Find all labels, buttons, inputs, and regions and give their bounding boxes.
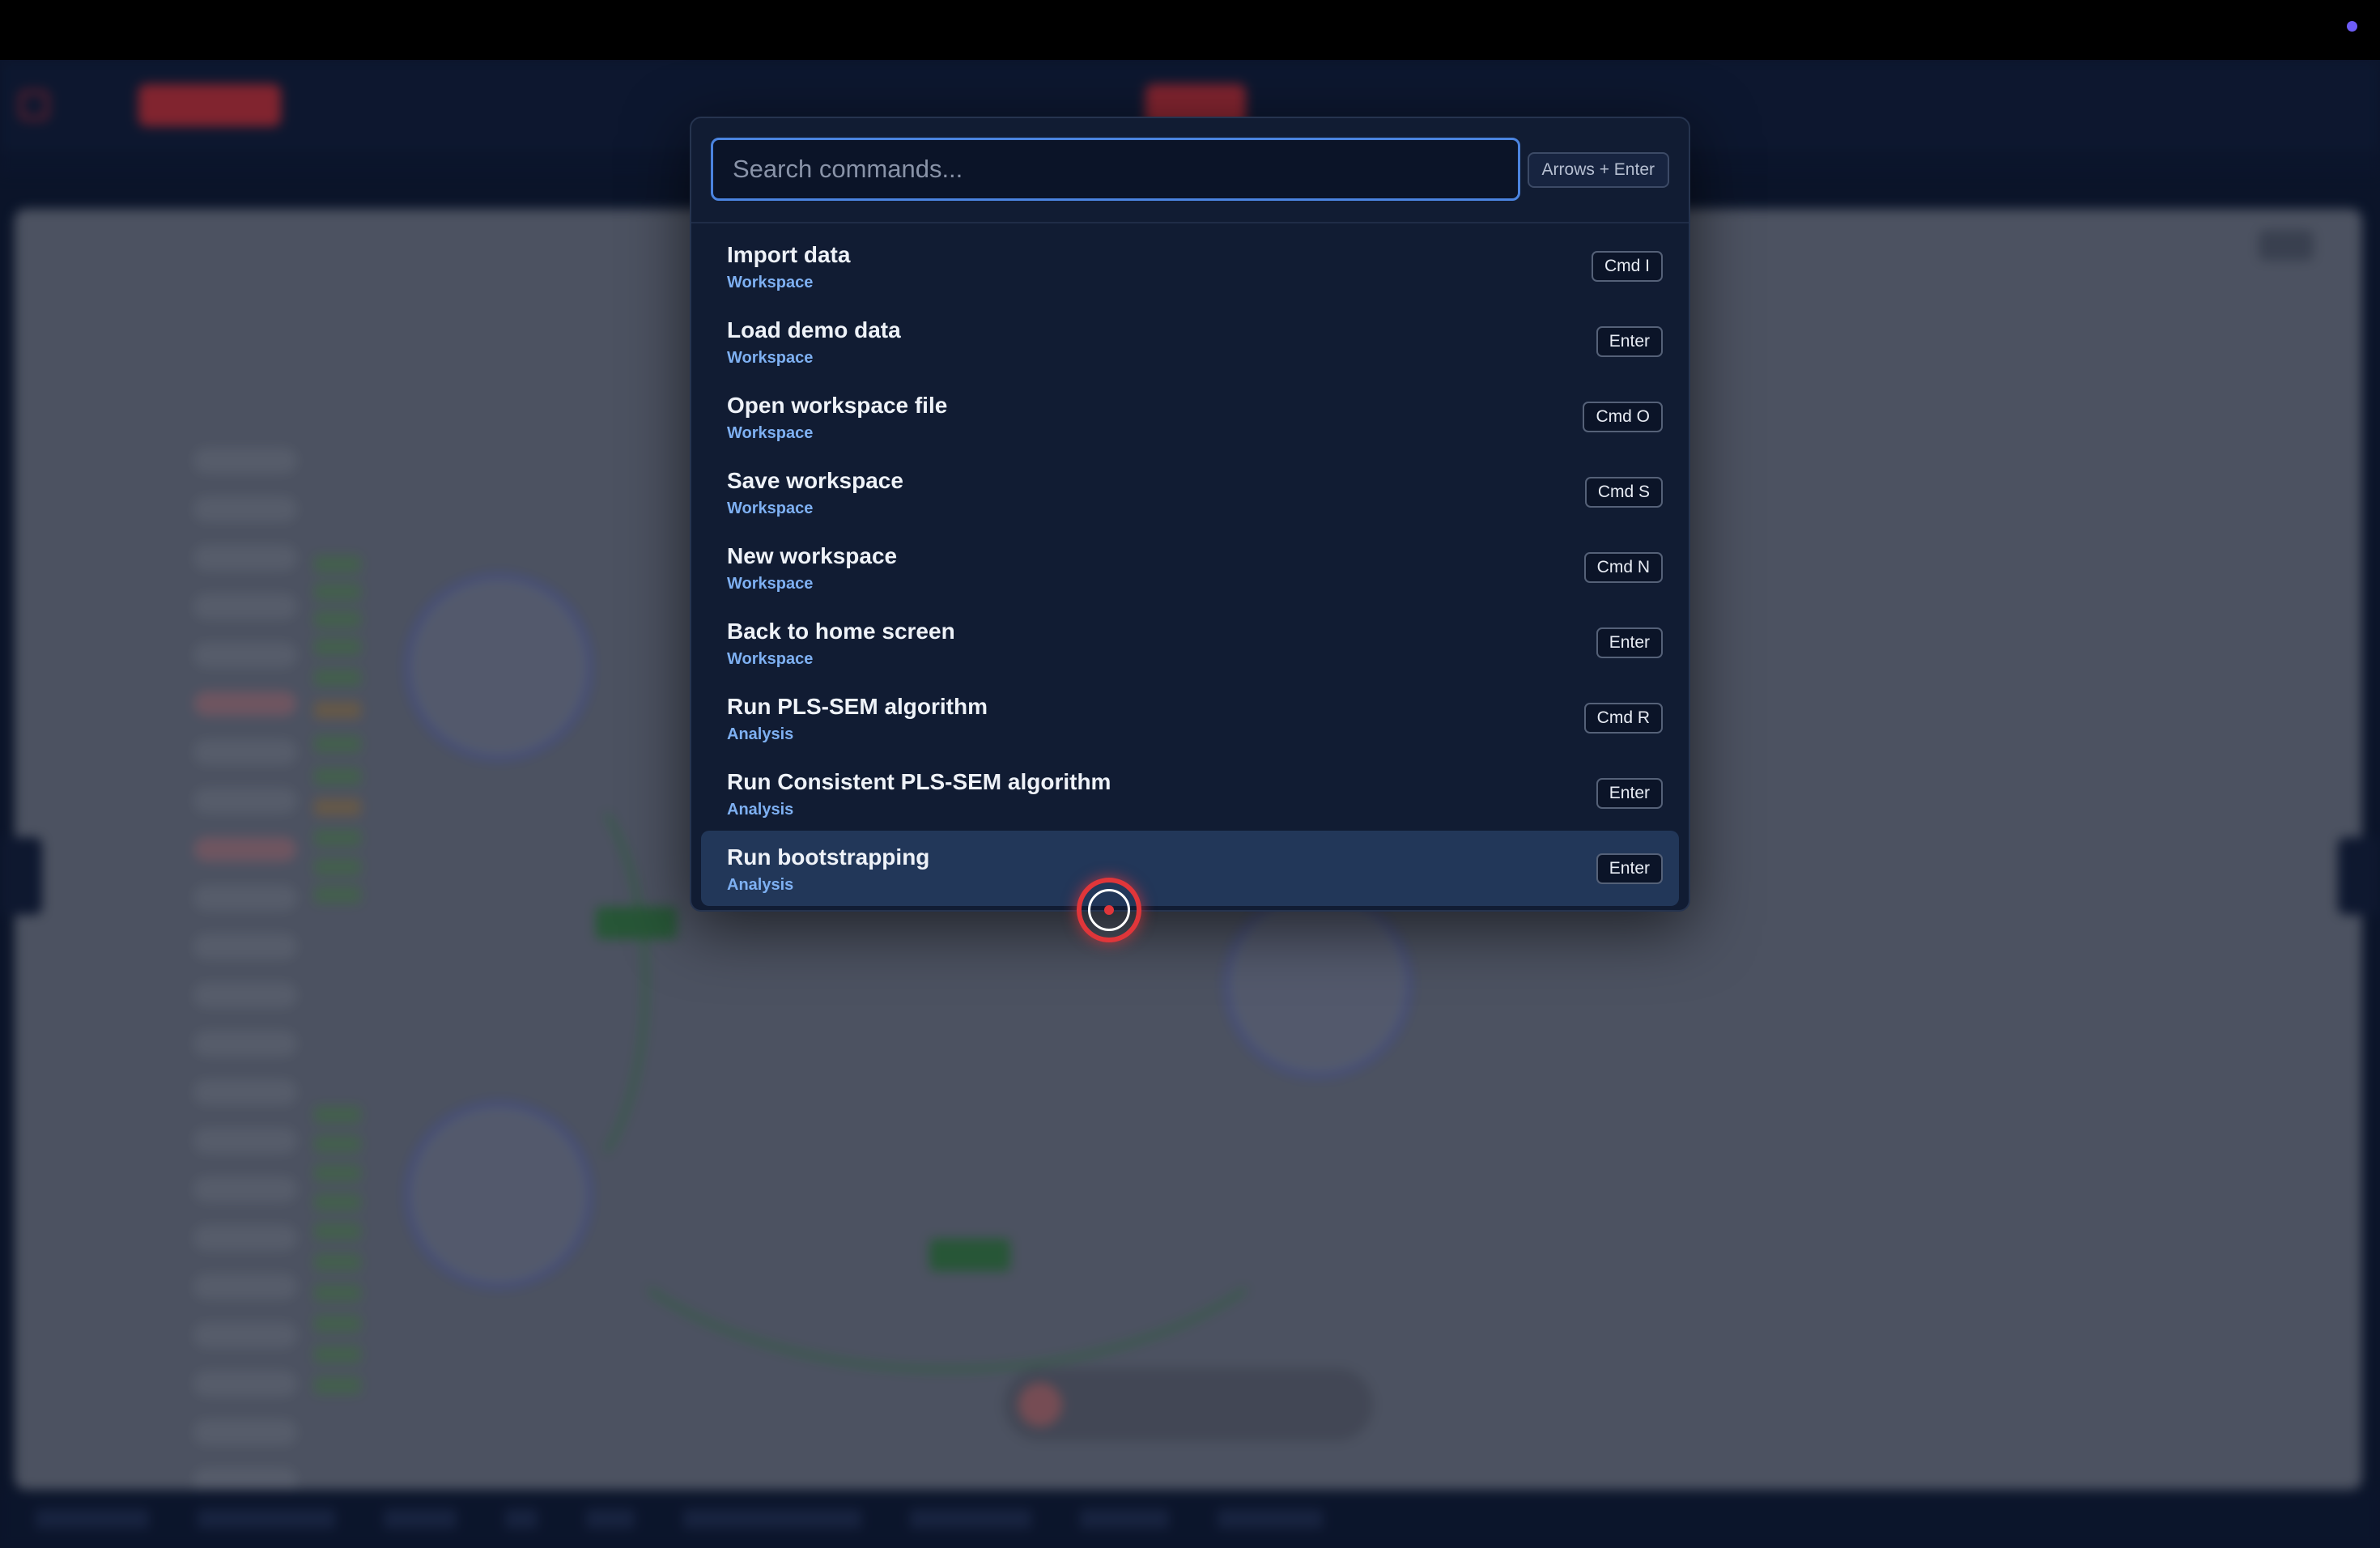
window-dot-icon [2347,21,2357,32]
command-label: Open workspace file [727,393,948,418]
command-label: Run PLS-SEM algorithm [727,694,988,719]
command-search-row: Arrows + Enter [691,118,1689,223]
command-shortcut-badge: Enter [1596,853,1663,884]
keyboard-hint: Arrows + Enter [1527,152,1669,188]
command-category: Workspace [727,650,814,668]
command-item[interactable]: Import data Workspace Cmd I [701,228,1679,304]
command-shortcut-badge: Enter [1596,627,1663,658]
command-item[interactable]: Run PLS-SEM algorithm Analysis Cmd R [701,680,1679,755]
command-label: Save workspace [727,468,903,493]
command-label: Load demo data [727,317,901,342]
command-category: Workspace [727,575,814,593]
command-label: New workspace [727,543,898,568]
command-item[interactable]: Run bootstrapping Analysis Enter [701,831,1679,906]
command-category: Workspace [727,274,814,291]
command-category: Analysis [727,801,794,819]
command-palette: Arrows + Enter Import data Workspace Cmd I… [690,117,1690,912]
command-label: Import data [727,242,851,267]
command-shortcut-badge: Cmd N [1583,552,1663,583]
cursor-indicator-icon [1077,878,1141,942]
command-shortcut-badge: Cmd I [1591,251,1663,282]
command-label: Run bootstrapping [727,844,930,870]
window-titlebar [0,0,2380,60]
command-item[interactable]: Save workspace Workspace Cmd S [701,454,1679,529]
command-item[interactable]: Run Consistent PLS-SEM algorithm Analysis… [701,755,1679,831]
command-list: Import data Workspace Cmd I Load demo data W… [701,228,1679,906]
command-category: Workspace [727,500,814,517]
command-shortcut-badge: Enter [1596,326,1663,357]
command-category: Analysis [727,725,794,743]
command-shortcut-badge: Cmd S [1584,477,1663,508]
command-category: Workspace [727,424,814,442]
command-shortcut-badge: Cmd R [1583,703,1663,734]
command-shortcut-badge: Cmd O [1583,402,1663,432]
command-item[interactable]: Open workspace file Workspace Cmd O [701,379,1679,454]
command-shortcut-badge: Enter [1596,778,1663,809]
command-item[interactable]: Back to home screen Workspace Enter [701,605,1679,680]
command-item[interactable]: Load demo data Workspace Enter [701,304,1679,379]
command-category: Analysis [727,876,794,894]
command-item[interactable]: New workspace Workspace Cmd N [701,529,1679,605]
command-label: Run Consistent PLS-SEM algorithm [727,769,1111,794]
command-category: Workspace [727,349,814,367]
command-search-input[interactable] [711,138,1520,201]
command-label: Back to home screen [727,619,955,644]
